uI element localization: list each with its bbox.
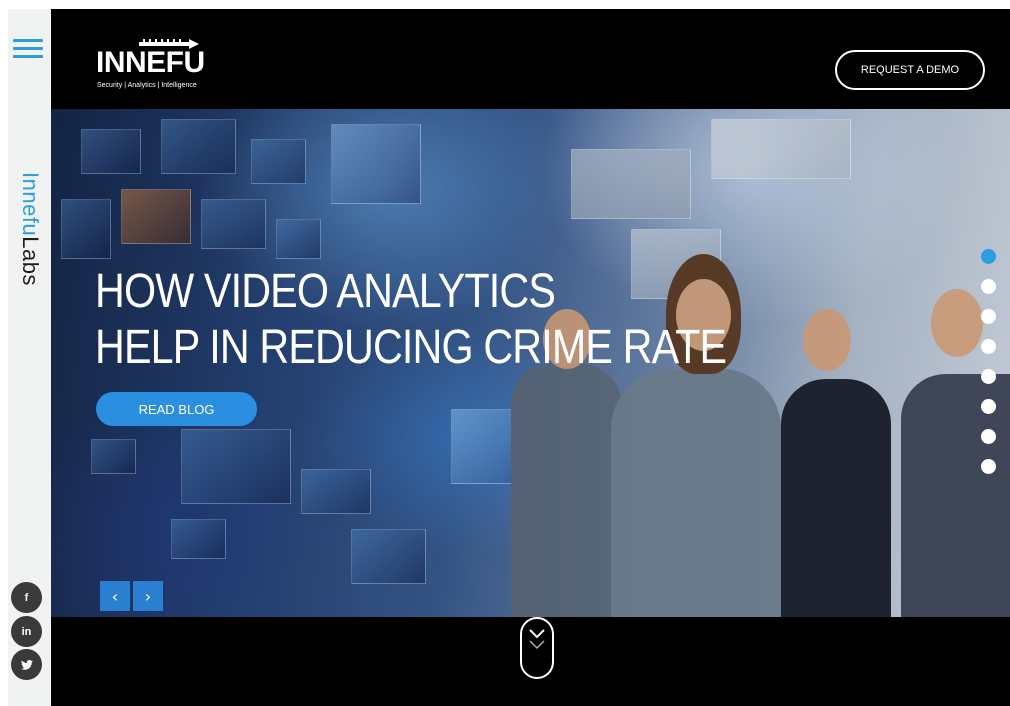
- hero-headline: HOW VIDEO ANALYTICS HELP IN REDUCING CRI…: [95, 264, 727, 376]
- chevron-down-icon: [529, 629, 545, 650]
- slide-dot-3[interactable]: [981, 309, 996, 324]
- slide-dot-5[interactable]: [981, 369, 996, 384]
- linkedin-icon[interactable]: in: [11, 616, 42, 647]
- brand-innefu-text: Innefu: [18, 172, 43, 237]
- top-header: INNEFU Security | Analytics | Intelligen…: [51, 9, 1010, 109]
- logo-wordmark: INNEFU: [96, 46, 205, 79]
- slide-dot-6[interactable]: [981, 399, 996, 414]
- page: InnefuLabs f in t I: [0, 0, 1010, 706]
- left-sidebar: InnefuLabs f in t: [8, 9, 51, 706]
- headline-line-1: HOW VIDEO ANALYTICS: [95, 265, 556, 318]
- request-demo-button[interactable]: REQUEST A DEMO: [835, 50, 985, 90]
- brand-labs-text: Labs: [18, 236, 43, 286]
- slide-dot-8[interactable]: [981, 459, 996, 474]
- vertical-brand: InnefuLabs: [10, 159, 50, 299]
- slide-dot-4[interactable]: [981, 339, 996, 354]
- hero-slider: HOW VIDEO ANALYTICS HELP IN REDUCING CRI…: [51, 109, 1010, 617]
- read-blog-button[interactable]: READ BLOG: [96, 392, 257, 426]
- main-content: INNEFU Security | Analytics | Intelligen…: [51, 9, 1010, 706]
- slide-dot-2[interactable]: [981, 279, 996, 294]
- innefu-logo[interactable]: INNEFU Security | Analytics | Intelligen…: [96, 36, 216, 96]
- twitter-icon[interactable]: t: [11, 649, 42, 680]
- facebook-icon[interactable]: f: [11, 582, 42, 613]
- headline-line-2: HELP IN REDUCING CRIME RATE: [95, 321, 727, 374]
- slide-dot-1[interactable]: [981, 249, 996, 264]
- twitter-bird-icon: [20, 659, 33, 670]
- slide-dot-7[interactable]: [981, 429, 996, 444]
- prev-slide-button[interactable]: ‹: [100, 581, 130, 611]
- logo-tagline: Security | Analytics | Intelligence: [97, 82, 197, 89]
- scroll-down-button[interactable]: [520, 617, 554, 679]
- next-slide-button[interactable]: ›: [133, 581, 163, 611]
- slide-pagination: [981, 249, 997, 479]
- bottom-strip: [51, 617, 1010, 706]
- hamburger-icon[interactable]: [13, 39, 43, 61]
